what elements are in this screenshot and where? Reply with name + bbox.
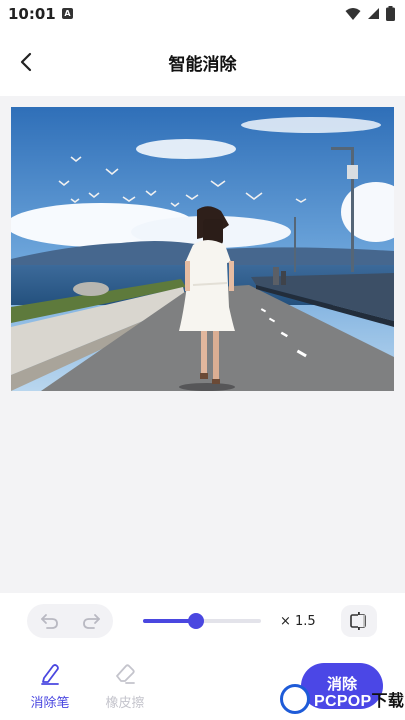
photo-image xyxy=(11,107,394,391)
watermark: PCPOP下载 xyxy=(280,682,404,716)
watermark-brand: PCPOP xyxy=(314,693,372,710)
watermark-text: PCPOP下载 xyxy=(314,687,404,711)
wifi-icon xyxy=(345,7,361,20)
slider-thumb[interactable] xyxy=(188,613,205,629)
status-time: 10:01 xyxy=(8,5,56,23)
brush-size-slider[interactable] xyxy=(143,613,261,629)
pen-icon xyxy=(41,664,59,685)
undo-redo-group xyxy=(27,604,113,638)
watermark-suffix: 下载 xyxy=(371,693,405,710)
header: 智能消除 xyxy=(0,28,405,96)
tool-label-eraser-pen: 消除笔 xyxy=(30,696,70,711)
status-bar: 10:01 A xyxy=(0,0,405,28)
tool-eraser-pen[interactable]: 消除笔 xyxy=(25,661,75,711)
redo-icon xyxy=(82,614,100,629)
pcpop-logo-icon xyxy=(280,684,310,714)
edit-photo[interactable] xyxy=(11,107,394,391)
compare-button[interactable] xyxy=(341,605,377,637)
tool-label-rubber: 橡皮擦 xyxy=(105,696,145,711)
redo-button[interactable] xyxy=(77,606,107,636)
undo-icon xyxy=(40,614,58,629)
app-notification-icon: A xyxy=(62,8,73,19)
undo-button[interactable] xyxy=(34,606,64,636)
cellular-signal-icon xyxy=(368,8,379,19)
rubber-eraser-icon xyxy=(116,664,135,684)
zoom-label: × 1.5 xyxy=(280,614,316,629)
compare-icon xyxy=(350,612,366,630)
page-title: 智能消除 xyxy=(168,55,237,75)
battery-icon xyxy=(386,6,395,21)
tool-rubber[interactable]: 橡皮擦 xyxy=(100,661,150,711)
status-indicators xyxy=(345,6,395,21)
